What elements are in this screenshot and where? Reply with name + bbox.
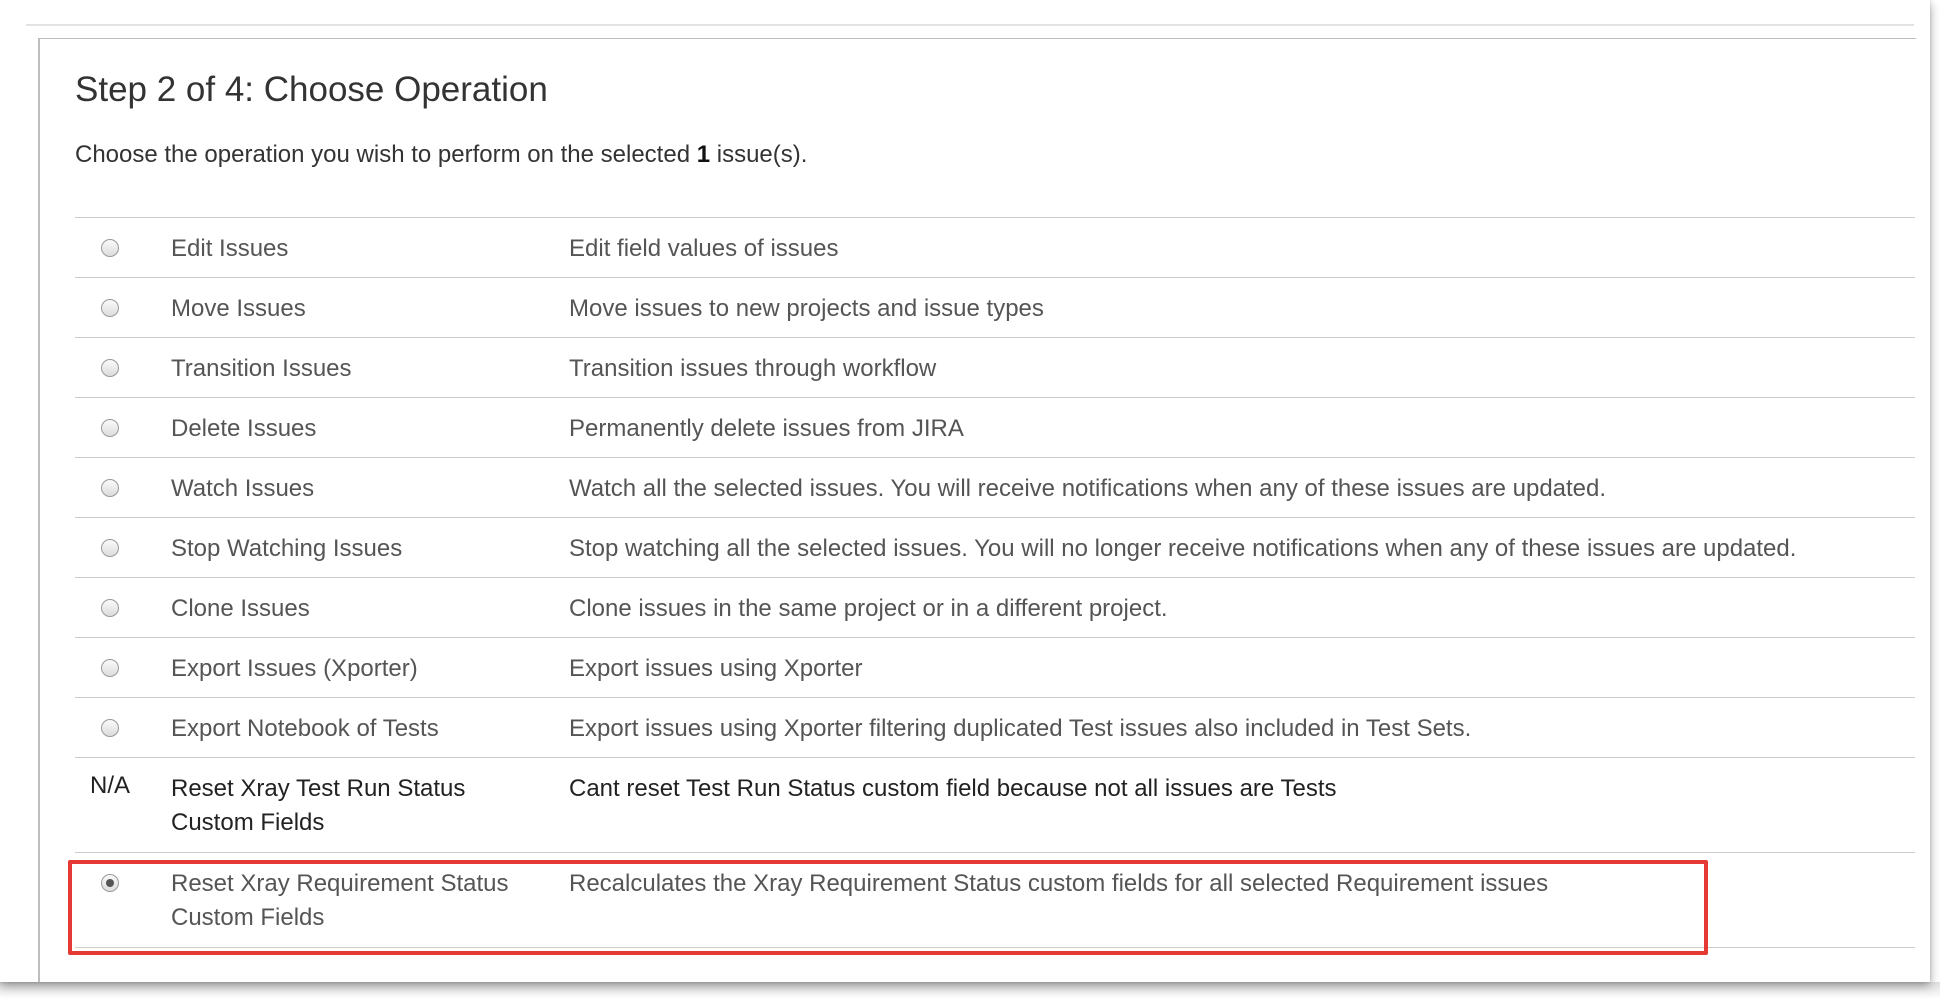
operation-radio[interactable] — [101, 359, 119, 377]
operation-description: Recalculates the Xray Requirement Status… — [569, 870, 1549, 897]
operation-row-delete-issues[interactable]: Delete Issues Permanently delete issues … — [75, 398, 1915, 458]
operation-radio-selected[interactable] — [101, 874, 119, 892]
screenshot-stage: Step 2 of 4: Choose Operation Choose the… — [0, 0, 1940, 999]
operation-row-export-notebook-of-tests[interactable]: Export Notebook of Tests Export issues u… — [75, 698, 1915, 758]
operation-name: Reset Xray Requirement Status Custom Fie… — [171, 870, 509, 931]
operation-row-clone-issues[interactable]: Clone Issues Clone issues in the same pr… — [75, 578, 1915, 638]
operation-name: Export Issues (Xporter) — [171, 655, 418, 682]
operation-radio[interactable] — [101, 299, 119, 317]
operation-name: Stop Watching Issues — [171, 535, 403, 562]
operation-description: Stop watching all the selected issues. Y… — [569, 535, 1797, 562]
operation-row-transition-issues[interactable]: Transition Issues Transition issues thro… — [75, 338, 1915, 398]
subtitle-suffix: issue(s). — [710, 141, 808, 168]
top-divider — [26, 24, 1914, 26]
operation-description: Move issues to new projects and issue ty… — [569, 295, 1044, 322]
operation-name: Clone Issues — [171, 595, 310, 622]
operation-description: Cant reset Test Run Status custom field … — [569, 775, 1337, 802]
page-card: Step 2 of 4: Choose Operation Choose the… — [0, 0, 1930, 982]
operation-name: Delete Issues — [171, 415, 317, 442]
operation-row-watch-issues[interactable]: Watch Issues Watch all the selected issu… — [75, 458, 1915, 518]
not-available-label: N/A — [89, 772, 130, 799]
operation-radio[interactable] — [101, 539, 119, 557]
operation-name: Move Issues — [171, 295, 306, 322]
operation-row-reset-test-run-status: N/A Reset Xray Test Run Status Custom Fi… — [75, 758, 1915, 853]
operation-description: Export issues using Xporter filtering du… — [569, 715, 1472, 742]
operation-description: Clone issues in the same project or in a… — [569, 595, 1168, 622]
operation-row-reset-requirement-status[interactable]: Reset Xray Requirement Status Custom Fie… — [75, 853, 1915, 948]
operation-name: Watch Issues — [171, 475, 315, 502]
operations-table: Edit Issues Edit field values of issues … — [75, 217, 1915, 948]
subtitle-prefix: Choose the operation you wish to perform… — [75, 141, 697, 168]
operation-description: Permanently delete issues from JIRA — [569, 415, 964, 442]
operation-description: Watch all the selected issues. You will … — [569, 475, 1607, 502]
operation-name: Transition Issues — [171, 355, 352, 382]
operation-radio[interactable] — [101, 239, 119, 257]
operation-name: Reset Xray Test Run Status Custom Fields — [171, 775, 466, 836]
selected-count: 1 — [696, 141, 711, 168]
operation-radio[interactable] — [101, 479, 119, 497]
page-title: Step 2 of 4: Choose Operation — [75, 70, 548, 109]
operation-radio[interactable] — [101, 659, 119, 677]
operation-description: Edit field values of issues — [569, 235, 839, 262]
operation-row-edit-issues[interactable]: Edit Issues Edit field values of issues — [75, 218, 1915, 278]
card-shadow — [0, 982, 1940, 999]
operation-row-move-issues[interactable]: Move Issues Move issues to new projects … — [75, 278, 1915, 338]
operation-name: Export Notebook of Tests — [171, 715, 439, 742]
bulk-operation-panel: Step 2 of 4: Choose Operation Choose the… — [75, 70, 1915, 948]
operation-description: Transition issues through workflow — [569, 355, 937, 382]
operation-description: Export issues using Xporter — [569, 655, 863, 682]
operation-radio[interactable] — [101, 419, 119, 437]
page-subtitle: Choose the operation you wish to perform… — [75, 140, 1915, 170]
operation-radio[interactable] — [101, 719, 119, 737]
operation-row-stop-watching-issues[interactable]: Stop Watching Issues Stop watching all t… — [75, 518, 1915, 578]
operation-name: Edit Issues — [171, 235, 289, 262]
operation-row-export-issues-xporter[interactable]: Export Issues (Xporter) Export issues us… — [75, 638, 1915, 698]
operation-radio[interactable] — [101, 599, 119, 617]
